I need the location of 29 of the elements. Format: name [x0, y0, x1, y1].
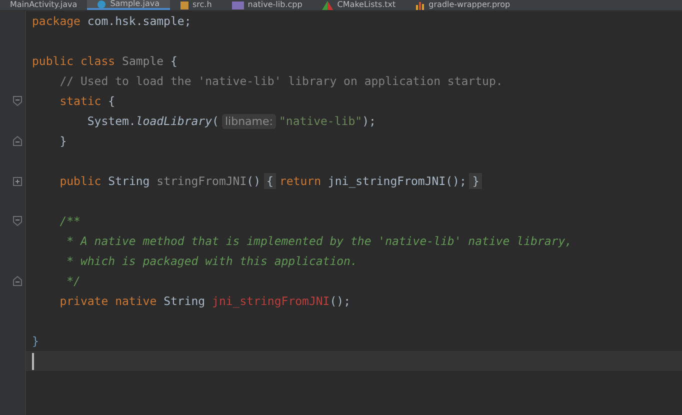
code-line: /** — [58, 213, 80, 230]
expand-icon[interactable] — [13, 176, 22, 186]
code-line: private native String jni_stringFromJNI(); — [58, 293, 351, 310]
fold-end-icon[interactable] — [13, 276, 22, 286]
code-line: package com.hsk.sample; — [32, 13, 192, 30]
code-line: } — [58, 133, 67, 150]
class-icon — [97, 0, 106, 8]
editor-tab[interactable]: CMakeLists.txt — [312, 0, 406, 10]
code-line: System.loadLibrary( libname: "native-lib"); — [86, 112, 376, 130]
code-line: * which is packaged with this application. — [66, 253, 358, 270]
editor-tab[interactable]: gradle-wrapper.prop — [406, 0, 520, 10]
code-line: // Used to load the 'native-lib' library on application startup. — [58, 73, 503, 90]
editor-tab[interactable]: native-lib.cpp — [222, 0, 312, 10]
file-icon — [232, 0, 244, 10]
editor-tab[interactable]: Sample.java — [87, 0, 170, 10]
triangle-icon — [322, 0, 334, 10]
code-line: static { — [58, 93, 116, 110]
code-line: public class Sample { — [32, 53, 178, 70]
code-line: public String stringFromJNI() { return jni_stringFromJNI(); } — [32, 171, 486, 191]
fold-end-icon[interactable] — [13, 136, 22, 146]
code-line: */ — [66, 273, 80, 290]
fold-start-icon[interactable] — [13, 96, 22, 106]
code-line: * A native method that is implemented by the 'native-lib' native library, — [66, 233, 572, 250]
bars-icon — [416, 0, 425, 10]
editor-tab[interactable]: src.h — [170, 0, 222, 10]
file-icon — [180, 0, 188, 10]
fold-start-icon[interactable] — [13, 216, 22, 226]
editor-tab[interactable]: MainActivity.java — [0, 0, 88, 10]
code-line: } — [32, 333, 39, 350]
